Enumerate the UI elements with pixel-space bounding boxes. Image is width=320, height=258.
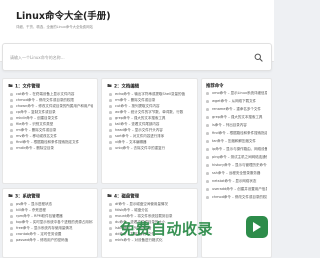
folder-icon [8, 84, 13, 87]
list-item[interactable]: passwd命令 – 修改用户的密码值 [9, 238, 93, 244]
watermark-text: 免费自动收录 [120, 220, 214, 238]
list-item[interactable]: uniq命令 – 去除文件中的重复行 [108, 146, 193, 152]
section-title[interactable]: 3：系统管理 [8, 193, 40, 199]
command-list: echo命令 – 输出字符串或提取Shell变量的值 rm命令 – 删除文件或目… [108, 92, 193, 152]
list-item[interactable]: ls命令 – 列出目录内容 [205, 123, 267, 131]
list-item[interactable]: ip命令 – 显示与操作路由、网络设备 [205, 147, 267, 155]
section-title-text: 2：文档编辑 [114, 84, 140, 90]
list-item[interactable]: netstat命令 – 显示网络状态 [205, 179, 267, 187]
list-item[interactable]: rmdir命令 – 删除空目录 [9, 146, 93, 152]
list-item[interactable]: grep命令 – 强大的文本搜索工具 [205, 115, 267, 123]
search-bar [2, 43, 272, 71]
list-item[interactable]: chmod命令 – 修改文件或目录的权限 [205, 195, 267, 203]
section-title[interactable]: 1：文件管理 [8, 83, 40, 89]
search-input[interactable] [6, 49, 240, 65]
section-file-management: 1：文件管理 cat命令 – 在终端设备上显示文件内容 chmod命令 – 修改… [2, 78, 98, 184]
list-item[interactable]: useradd命令 – 创建并设置用户信息 [205, 187, 267, 195]
folder-icon [107, 194, 112, 197]
command-list: cat命令 – 在终端设备上显示文件内容 chmod命令 – 修改文件或目录的权… [9, 92, 93, 152]
command-list: ps命令 – 显示进程状态 kill命令 – 杀死进程 rpm命令 – RPM软… [9, 202, 93, 244]
site-subtitle: 详细、干货、精选，全面的Linux命令大全免费网站 [16, 25, 93, 29]
list-item[interactable]: find命令 – 根据路径和条件搜索指定文件 [205, 131, 267, 139]
folder-icon [8, 194, 13, 197]
section-title-text: 3：系统管理 [15, 194, 41, 200]
list-item[interactable]: history命令 – 显示与管理历史命令记录 [205, 163, 267, 171]
section-system-management: 3：系统管理 ps命令 – 显示进程状态 kill命令 – 杀死进程 rpm命令… [2, 188, 98, 258]
search-icon [254, 53, 263, 62]
section-title-text: 4：磁盘管理 [114, 194, 140, 200]
folder-icon [107, 84, 112, 87]
list-item[interactable]: rename命令 – 重命名多个文件 [205, 107, 267, 115]
section-title[interactable]: 4：磁盘管理 [107, 193, 139, 199]
list-item[interactable]: xmo命令 – 显示Linux系统详细信息 [205, 91, 267, 99]
section-title[interactable]: 2：文档编辑 [107, 83, 139, 89]
section-doc-editing: 2：文档编辑 echo命令 – 输出字符串或提取Shell变量的值 rm命令 –… [101, 78, 198, 184]
watermark-logo-icon [246, 216, 268, 238]
recommend-title: 推荐命令 [206, 84, 224, 89]
recommend-list: xmo命令 – 显示Linux系统详细信息 wget命令 – 从网络下载文件 r… [205, 91, 267, 203]
section-title-text: 1：文件管理 [15, 84, 41, 90]
list-item[interactable]: ping命令 – 测试主机之间网络连通性 [205, 155, 267, 163]
site-title[interactable]: Linux命令大全(手册) [16, 8, 111, 22]
list-item[interactable]: ssh命令 – 远程安全登录服务器 [205, 171, 267, 179]
list-item[interactable]: tar命令 – 压缩和解压缩文件 [205, 139, 267, 147]
search-button[interactable] [251, 50, 265, 64]
list-item[interactable]: wget命令 – 从网络下载文件 [205, 99, 267, 107]
